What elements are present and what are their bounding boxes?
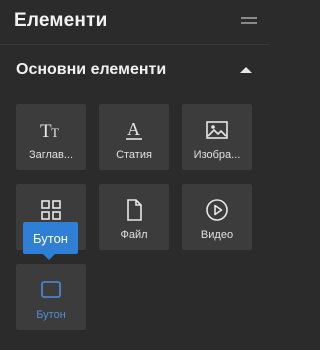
header-divider <box>0 44 269 45</box>
play-circle-icon <box>205 198 229 222</box>
element-label: Изобра... <box>193 149 241 161</box>
section-title: Основни елементи <box>16 61 167 78</box>
element-tile-image[interactable]: Изобра... <box>182 104 252 170</box>
grid-icon <box>39 198 63 222</box>
hamburger-icon[interactable] <box>241 17 257 25</box>
element-label: Заглав... <box>28 149 74 161</box>
element-label: Бутон <box>36 309 66 321</box>
element-tile-file[interactable]: Файл <box>99 184 169 250</box>
element-tile-heading[interactable]: T T Заглав... <box>16 104 86 170</box>
element-tile-video[interactable]: Видео <box>182 184 252 250</box>
panel-title: Елементи <box>14 10 108 31</box>
panel-header: Елементи <box>0 0 269 42</box>
element-label: Файл <box>120 229 148 241</box>
element-tile-article[interactable]: A Статия <box>99 104 169 170</box>
element-tile-button[interactable]: Бутон <box>16 264 86 330</box>
text-icon: A <box>122 118 146 142</box>
section-header[interactable]: Основни елементи <box>0 54 269 86</box>
file-icon <box>122 198 146 222</box>
svg-text:T: T <box>51 125 59 140</box>
element-label: Видео <box>200 229 234 241</box>
caret-up-icon[interactable] <box>239 65 253 75</box>
heading-icon: T T <box>39 118 63 142</box>
element-label: Статия <box>116 149 152 161</box>
tooltip: Бутон <box>23 222 78 260</box>
button-icon <box>39 278 63 302</box>
image-icon <box>205 118 229 142</box>
svg-text:A: A <box>127 119 140 139</box>
